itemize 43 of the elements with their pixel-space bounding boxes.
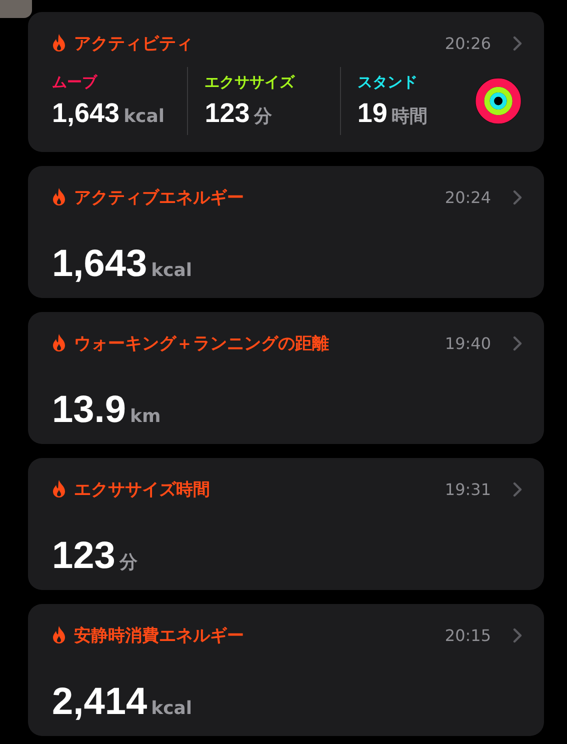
metric-unit: 分 xyxy=(254,105,272,128)
card-time: 20:26 xyxy=(444,34,491,52)
card-unit: kcal xyxy=(151,698,192,719)
flame-icon xyxy=(52,626,66,644)
chevron-right-icon xyxy=(513,190,522,204)
flame-icon xyxy=(52,34,66,52)
card-title: ウォーキング＋ランニングの距離 xyxy=(74,332,330,354)
card-unit: km xyxy=(130,406,161,427)
chevron-right-icon xyxy=(513,336,522,350)
metric-unit: kcal xyxy=(124,106,165,127)
card-time: 19:31 xyxy=(444,480,491,498)
flame-icon xyxy=(52,334,66,352)
flame-icon xyxy=(52,188,66,206)
metric-unit: 時間 xyxy=(391,105,428,128)
card-time: 20:15 xyxy=(444,626,491,644)
health-card[interactable]: エクササイズ時間 19:31 123 分 xyxy=(28,458,544,590)
card-time: 20:24 xyxy=(444,188,491,206)
card-title: アクティビティ xyxy=(74,32,194,54)
metric-label: エクササイズ xyxy=(204,73,296,92)
panel-edge xyxy=(0,0,32,18)
card-value: 123 xyxy=(52,535,116,578)
card-unit: 分 xyxy=(119,551,138,574)
metric-label: スタンド xyxy=(357,73,418,92)
activity-card[interactable]: アクティビティ 20:26 ムーブ 1,643 kcal エクササイズ 123 分 スタンド 19 時間 xyxy=(28,12,544,152)
card-time: 19:40 xyxy=(444,334,491,352)
flame-icon xyxy=(52,480,66,498)
health-card[interactable]: 安静時消費エネルギー 20:15 2,414 kcal xyxy=(28,604,544,736)
card-value: 1,643 xyxy=(52,243,148,286)
metric-value: 1,643 xyxy=(52,98,120,129)
metric-label: ムーブ xyxy=(52,73,99,92)
chevron-right-icon xyxy=(513,482,522,496)
chevron-right-icon xyxy=(513,36,522,50)
metric-value: 123 xyxy=(204,98,250,129)
card-title: アクティブエネルギー xyxy=(74,186,245,208)
health-card[interactable]: アクティブエネルギー 20:24 1,643 kcal xyxy=(28,166,544,298)
card-unit: kcal xyxy=(151,260,192,281)
card-value: 13.9 xyxy=(52,389,126,432)
card-title: 安静時消費エネルギー xyxy=(74,624,245,646)
card-value: 2,414 xyxy=(52,681,148,724)
health-card[interactable]: ウォーキング＋ランニングの距離 19:40 13.9 km xyxy=(28,312,544,444)
chevron-right-icon xyxy=(513,628,522,642)
metric-value: 19 xyxy=(357,98,388,129)
card-title: エクササイズ時間 xyxy=(74,478,211,500)
